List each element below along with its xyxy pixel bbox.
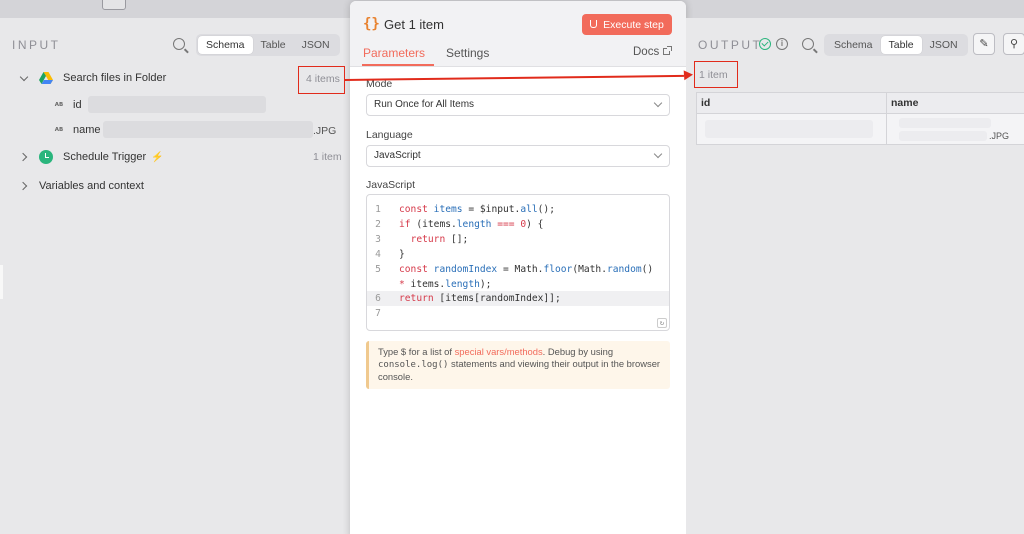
input-panel: INPUT Schema Table JSON Search files in … xyxy=(0,18,350,534)
input-view-schema[interactable]: Schema xyxy=(198,36,253,54)
dialog-header: {} Get 1 item Execute step Parameters Se… xyxy=(350,1,686,67)
chevron-down-icon xyxy=(653,149,663,159)
hint-code: console.log() xyxy=(378,360,449,370)
line-number: 1 xyxy=(375,204,381,215)
pin-data-button[interactable]: ⚲ xyxy=(1003,33,1024,55)
code-line: 4} xyxy=(367,247,669,262)
output-title: OUTPUT xyxy=(698,38,763,52)
flask-icon xyxy=(590,19,598,28)
success-check-icon xyxy=(759,38,771,50)
hint-text: . Debug by using xyxy=(542,346,614,357)
node-title[interactable]: Get 1 item xyxy=(384,17,444,32)
collapsed-tab[interactable] xyxy=(102,0,126,10)
code-line: 7 xyxy=(367,306,669,321)
field-name: name xyxy=(73,124,101,136)
google-drive-icon xyxy=(39,72,53,84)
node-schedule-trigger[interactable]: Schedule Trigger ⚡ xyxy=(19,150,164,164)
search-icon[interactable] xyxy=(173,38,185,50)
pencil-icon: ✎ xyxy=(979,38,989,50)
docs-label: Docs xyxy=(633,46,660,58)
input-title: INPUT xyxy=(12,38,61,52)
variables-context[interactable]: Variables and context xyxy=(19,180,144,192)
input-view-json[interactable]: JSON xyxy=(294,36,338,54)
input-view-table[interactable]: Table xyxy=(253,36,294,54)
code-node-dialog: {} Get 1 item Execute step Parameters Se… xyxy=(350,1,686,534)
field-name: id xyxy=(73,99,82,111)
redacted-value xyxy=(705,120,873,138)
language-value: JavaScript xyxy=(374,150,421,161)
name-suffix: .JPG xyxy=(989,131,1010,141)
output-panel: OUTPUT i Schema Table JSON ✎ ⚲ 1 item id… xyxy=(686,18,1024,534)
hint-text: Type $ for a list of xyxy=(378,346,455,357)
annotation-box-input-count xyxy=(298,66,345,94)
trigger-item-count: 1 item xyxy=(313,151,342,163)
tab-settings[interactable]: Settings xyxy=(446,46,489,60)
column-header-id[interactable]: id xyxy=(696,92,887,114)
annotation-box-output-count xyxy=(694,61,738,88)
language-label: Language xyxy=(366,129,413,141)
chevron-right-icon[interactable] xyxy=(19,152,29,162)
line-number: 3 xyxy=(375,234,381,245)
node-name: Search files in Folder xyxy=(63,72,167,84)
redacted-value xyxy=(88,96,266,113)
pin-icon: ⚲ xyxy=(1009,38,1019,50)
node-search-files[interactable]: Search files in Folder xyxy=(19,72,166,84)
line-number: 4 xyxy=(375,249,381,260)
annotation-arrowhead xyxy=(683,69,694,81)
line-number: 2 xyxy=(375,219,381,230)
resize-handle-icon[interactable]: ↻ xyxy=(657,318,667,328)
column-header-name[interactable]: name xyxy=(886,92,1024,114)
string-type-icon: AB xyxy=(54,102,64,108)
execute-step-button[interactable]: Execute step xyxy=(582,14,672,35)
special-vars-link[interactable]: special vars/methods xyxy=(455,346,543,357)
trigger-name: Schedule Trigger xyxy=(63,151,147,163)
docs-link[interactable]: Docs xyxy=(633,46,673,58)
tab-parameters[interactable]: Parameters xyxy=(363,46,425,60)
panel-edge xyxy=(0,265,3,299)
output-view-json[interactable]: JSON xyxy=(922,36,966,54)
chevron-down-icon[interactable] xyxy=(19,73,29,83)
string-type-icon: AB xyxy=(54,127,64,133)
variables-label: Variables and context xyxy=(39,180,144,192)
table-cell-id[interactable] xyxy=(696,113,887,145)
field-name-row: AB name xyxy=(51,121,101,139)
code-line: 5 const randomIndex = Math.floor(Math.ran… xyxy=(367,262,669,277)
search-icon[interactable] xyxy=(802,38,814,50)
execute-label: Execute step xyxy=(603,18,664,31)
external-link-icon xyxy=(663,46,673,55)
active-tab-indicator xyxy=(362,64,434,66)
code-editor[interactable]: 1 const items = $input.all(); 2 if (items.… xyxy=(366,194,670,331)
code-hint: Type $ for a list of special vars/method… xyxy=(366,341,670,389)
code-braces-icon: {} xyxy=(363,16,380,32)
mode-select[interactable]: Run Once for All Items xyxy=(366,94,670,116)
field-id: AB id xyxy=(51,96,82,114)
table-cell-name[interactable]: .JPG xyxy=(886,113,1024,145)
code-line: 2 if (items.length === 0) { xyxy=(367,217,669,232)
code-line: * items.length); xyxy=(399,279,492,290)
mode-value: Run Once for All Items xyxy=(374,99,475,110)
redacted-value xyxy=(103,121,313,138)
language-select[interactable]: JavaScript xyxy=(366,145,670,167)
code-line-active: 6 return [items[randomIndex]]; xyxy=(367,291,669,306)
code-line: 1 const items = $input.all(); xyxy=(367,202,669,217)
code-line: 3 return []; xyxy=(367,232,669,247)
output-view-table[interactable]: Table xyxy=(880,36,922,54)
line-number: 5 xyxy=(375,264,381,275)
output-view-switch: Schema Table JSON xyxy=(824,34,968,56)
field-value-suffix: .JPG xyxy=(313,125,337,137)
info-icon[interactable]: i xyxy=(776,38,788,50)
line-number: 7 xyxy=(375,308,381,319)
redacted-value xyxy=(899,118,991,128)
chevron-right-icon[interactable] xyxy=(19,181,29,191)
chevron-down-icon xyxy=(653,98,663,108)
redacted-value xyxy=(899,131,987,141)
edit-output-button[interactable]: ✎ xyxy=(973,33,995,55)
output-view-schema[interactable]: Schema xyxy=(826,36,881,54)
line-number: 6 xyxy=(375,293,381,304)
clock-icon xyxy=(39,150,53,164)
code-label: JavaScript xyxy=(366,179,416,191)
bolt-icon: ⚡ xyxy=(151,151,164,163)
input-view-switch: Schema Table JSON xyxy=(196,34,340,56)
